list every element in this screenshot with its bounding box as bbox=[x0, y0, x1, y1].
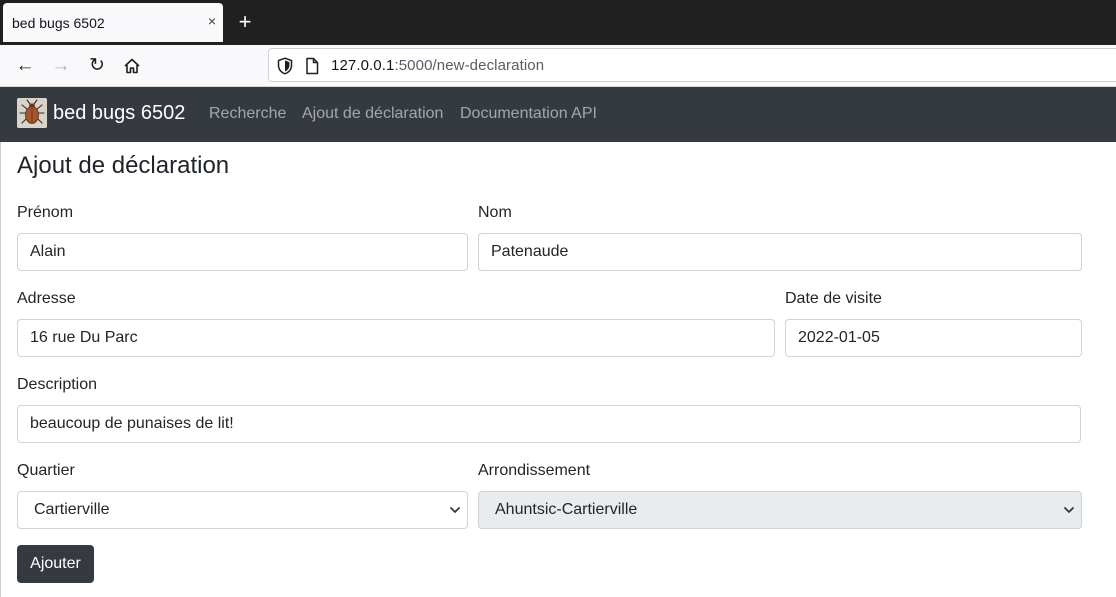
close-icon[interactable]: × bbox=[203, 12, 221, 30]
url-text[interactable]: 127.0.0.1:5000/new-declaration bbox=[331, 57, 544, 74]
arrondissement-selected-value: Ahuntsic-Cartierville bbox=[495, 501, 638, 518]
prenom-label: Prénom bbox=[17, 204, 74, 221]
arrondissement-select: Ahuntsic-Cartierville bbox=[478, 491, 1082, 529]
date-visite-field[interactable]: 2022-01-05 bbox=[785, 319, 1082, 357]
ajouter-button[interactable]: Ajouter bbox=[17, 545, 94, 583]
chevron-down-icon bbox=[450, 507, 460, 513]
quartier-label: Quartier bbox=[17, 462, 75, 479]
site-navbar: bed bugs 6502 Recherche Ajout de déclara… bbox=[0, 87, 1116, 142]
url-path: :5000/new-declaration bbox=[394, 57, 545, 74]
page-left-border bbox=[0, 142, 1, 597]
adresse-label: Adresse bbox=[17, 290, 76, 307]
brand-name[interactable]: bed bugs 6502 bbox=[53, 102, 185, 125]
description-label: Description bbox=[17, 376, 98, 393]
home-icon[interactable] bbox=[120, 54, 144, 78]
nav-link-ajout-declaration[interactable]: Ajout de déclaration bbox=[302, 105, 443, 123]
shield-icon[interactable] bbox=[277, 57, 293, 75]
arrondissement-label: Arrondissement bbox=[478, 462, 591, 479]
url-bar[interactable]: 127.0.0.1:5000/new-declaration bbox=[268, 48, 1116, 82]
back-arrow-icon[interactable]: ← bbox=[13, 54, 37, 78]
tab-title: bed bugs 6502 bbox=[12, 15, 105, 31]
quartier-selected-value: Cartierville bbox=[34, 501, 110, 518]
bedbug-logo-icon[interactable] bbox=[17, 98, 47, 128]
browser-toolbar: ← → ↻ 127.0.0.1:5000/new-declaration bbox=[0, 45, 1116, 87]
quartier-select[interactable]: Cartierville bbox=[17, 491, 468, 529]
plus-icon[interactable]: + bbox=[235, 11, 255, 33]
description-field[interactable]: beaucoup de punaises de lit! bbox=[17, 405, 1081, 443]
forward-arrow-icon[interactable]: → bbox=[49, 54, 73, 78]
nav-link-recherche[interactable]: Recherche bbox=[209, 105, 286, 123]
nav-link-documentation-api[interactable]: Documentation API bbox=[460, 105, 597, 123]
browser-tab-bar: bed bugs 6502 × + bbox=[0, 0, 1116, 45]
url-host: 127.0.0.1 bbox=[331, 57, 395, 74]
nom-field[interactable]: Patenaude bbox=[478, 233, 1082, 271]
nom-label: Nom bbox=[478, 204, 512, 221]
prenom-field[interactable]: Alain bbox=[17, 233, 468, 271]
adresse-field[interactable]: 16 rue Du Parc bbox=[17, 319, 775, 357]
date-visite-label: Date de visite bbox=[785, 290, 882, 307]
page-icon bbox=[306, 57, 319, 75]
page-title: Ajout de déclaration bbox=[17, 152, 230, 179]
reload-icon[interactable]: ↻ bbox=[85, 54, 109, 78]
browser-tab[interactable]: bed bugs 6502 × bbox=[3, 3, 223, 42]
chevron-down-icon bbox=[1064, 507, 1074, 513]
